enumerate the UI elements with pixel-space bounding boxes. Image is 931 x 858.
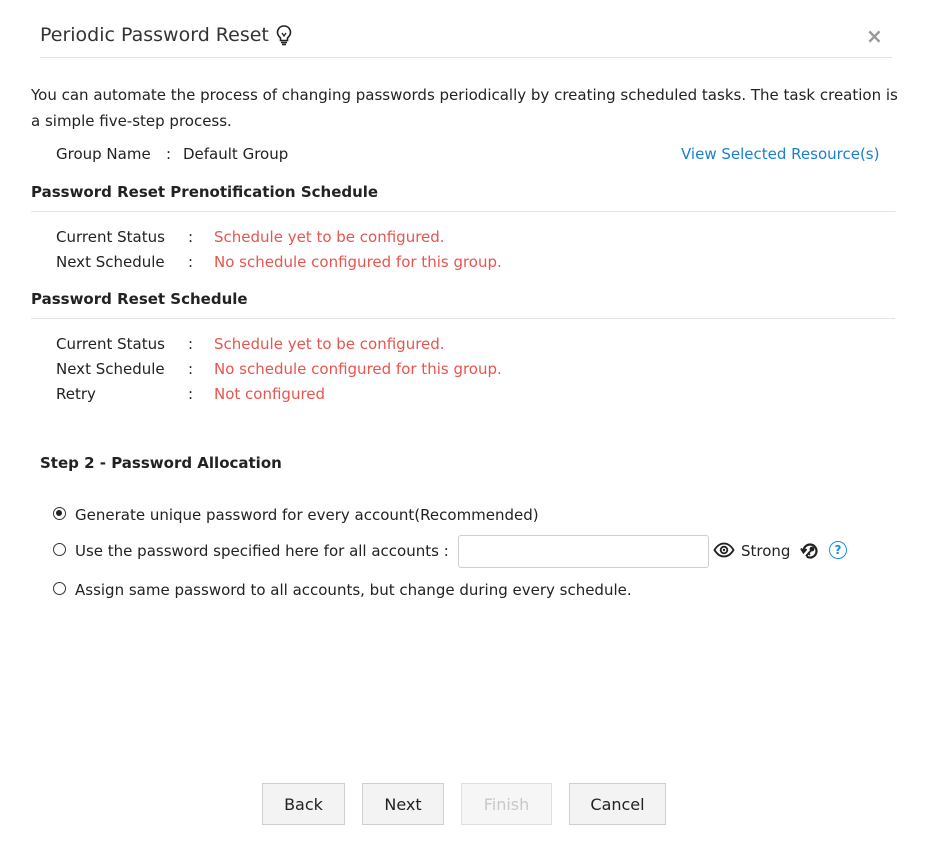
prenotification-next-schedule-label: Next Schedule (56, 253, 165, 271)
option-use-specified-label[interactable]: Use the password specified here for all … (75, 542, 449, 560)
password-strength-label: Strong (741, 542, 791, 560)
password-generator-icon[interactable] (799, 540, 821, 566)
intro-text: You can automate the process of changing… (31, 86, 898, 130)
password-input[interactable] (458, 535, 709, 568)
group-name-label: Group Name (56, 145, 151, 163)
reset-schedule-divider (31, 318, 895, 319)
header-divider (40, 57, 892, 58)
prenotification-current-status-colon: : (188, 228, 194, 246)
group-name-colon: : (166, 145, 172, 163)
reset-schedule-heading: Password Reset Schedule (31, 290, 248, 308)
reset-next-schedule-colon: : (188, 360, 194, 378)
reset-current-status-value: Schedule yet to be configured. (214, 335, 445, 353)
prenotification-current-status-label: Current Status (56, 228, 165, 246)
close-icon[interactable]: × (866, 24, 883, 48)
next-button[interactable]: Next (362, 783, 444, 825)
view-selected-resources-link[interactable]: View Selected Resource(s) (681, 145, 879, 163)
lightbulb-icon[interactable] (275, 24, 293, 46)
prenotification-divider (31, 211, 895, 212)
group-name-value: Default Group (183, 145, 289, 163)
step-heading: Step 2 - Password Allocation (40, 454, 282, 472)
reset-retry-value: Not configured (214, 385, 326, 403)
radio-generate-unique[interactable] (53, 507, 66, 520)
prenotification-next-schedule-colon: : (188, 253, 194, 271)
option-assign-same-label[interactable]: Assign same password to all accounts, bu… (75, 581, 632, 599)
reset-next-schedule-label: Next Schedule (56, 360, 165, 378)
dialog-title: Periodic Password Reset (40, 24, 293, 46)
reset-current-status-label: Current Status (56, 335, 165, 353)
finish-button[interactable]: Finish (461, 783, 552, 825)
reset-next-schedule-value: No schedule configured for this group. (214, 360, 502, 378)
back-button[interactable]: Back (262, 783, 345, 825)
reset-current-status-colon: : (188, 335, 194, 353)
reset-retry-label: Retry (56, 385, 96, 403)
option-generate-unique-label[interactable]: Generate unique password for every accou… (75, 506, 539, 524)
prenotification-next-schedule-value: No schedule configured for this group. (214, 253, 502, 271)
eye-icon[interactable] (713, 542, 735, 562)
radio-assign-same[interactable] (53, 582, 66, 595)
cancel-button[interactable]: Cancel (569, 783, 666, 825)
dialog-title-text: Periodic Password Reset (40, 24, 269, 46)
help-icon[interactable]: ? (829, 541, 847, 559)
prenotification-heading: Password Reset Prenotification Schedule (31, 183, 379, 201)
prenotification-current-status-value: Schedule yet to be configured. (214, 228, 445, 246)
radio-use-specified[interactable] (53, 543, 66, 556)
reset-retry-colon: : (188, 385, 194, 403)
